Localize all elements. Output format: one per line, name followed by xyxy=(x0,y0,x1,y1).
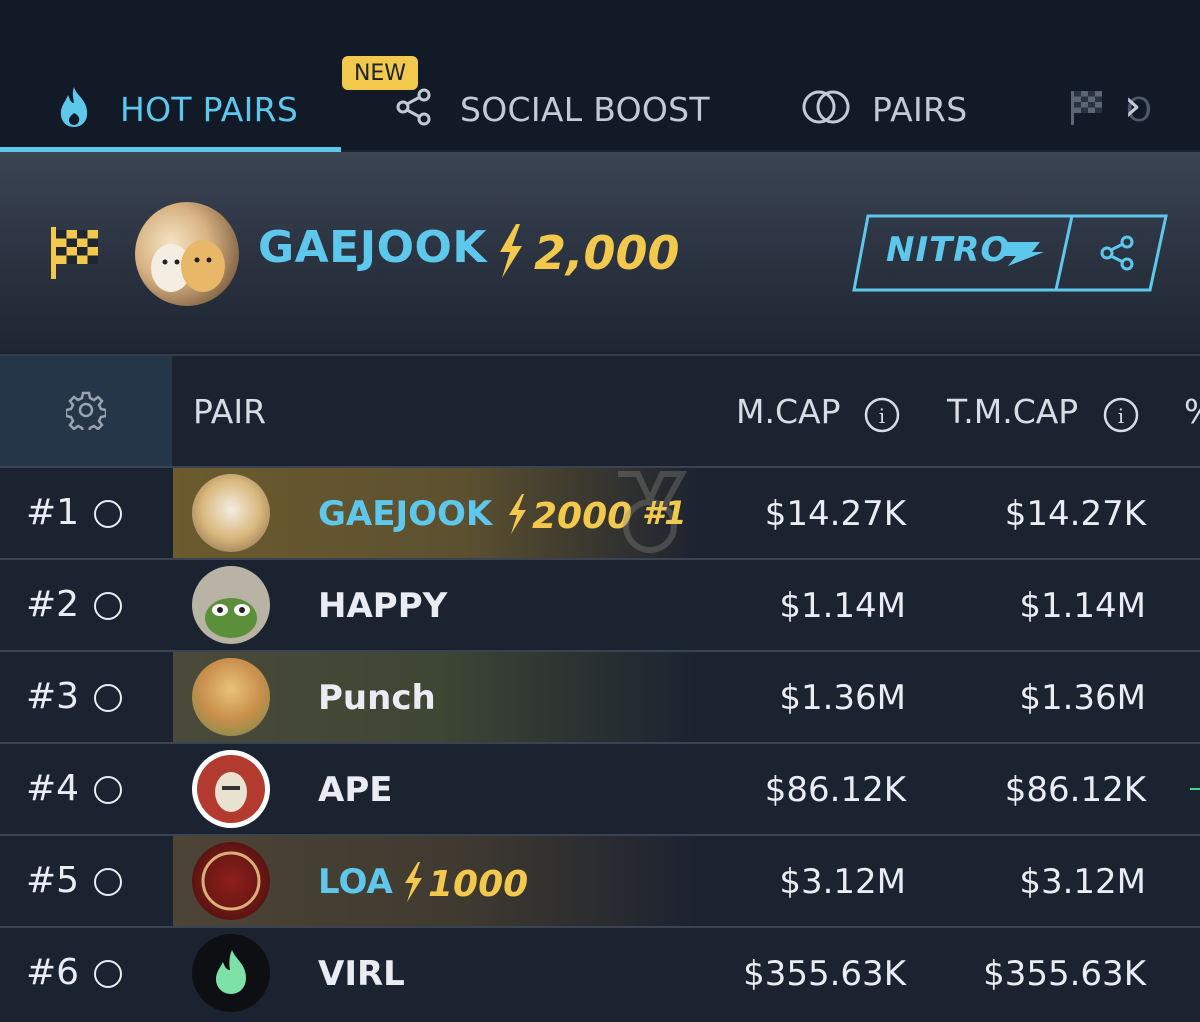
row-rank: #2 xyxy=(26,584,80,625)
pair-avatar xyxy=(192,658,270,736)
checkered-flag-icon xyxy=(48,224,102,286)
token-avatar xyxy=(135,202,239,306)
tab-hot-pairs[interactable]: HOT PAIRS xyxy=(56,84,298,134)
pair-name: LOA xyxy=(318,862,393,902)
pair-avatar xyxy=(192,934,270,1012)
pair-name: HAPPY xyxy=(318,586,448,626)
top-rank-badge: #1 xyxy=(642,494,687,532)
svg-text:i: i xyxy=(879,404,885,428)
nitro-label: NITRO xyxy=(886,230,1011,270)
pair-mcap: $1.14M xyxy=(779,586,906,626)
row-select-radio[interactable] xyxy=(94,868,122,896)
pair-tmcap: $1.36M xyxy=(1019,678,1146,718)
table-header: PAIR M.CAP i T.M.CAP i % xyxy=(0,354,1200,468)
banner-boost: 2,000 xyxy=(492,222,680,284)
column-header-tmcap[interactable]: T.M.CAP xyxy=(947,392,1078,431)
pair-mcap: $355.63K xyxy=(743,954,906,994)
pair-mcap: $86.12K xyxy=(764,770,906,810)
pair-avatar xyxy=(192,842,270,920)
lightning-bolt-icon xyxy=(400,860,426,908)
scroll-right-icon[interactable]: › xyxy=(1124,80,1142,131)
pair-boost: 1000 xyxy=(400,860,528,908)
pair-avatar xyxy=(192,566,270,644)
lightning-bolt-icon xyxy=(492,222,528,284)
row-select-radio[interactable] xyxy=(94,592,122,620)
pair-mcap: $1.36M xyxy=(779,678,906,718)
flame-icon xyxy=(56,85,92,133)
row-select-radio[interactable] xyxy=(94,960,122,988)
info-icon[interactable]: i xyxy=(1102,396,1140,438)
row-rank: #4 xyxy=(26,768,80,809)
column-header-pair[interactable]: PAIR xyxy=(193,392,266,431)
tab-social-boost[interactable]: SOCIAL BOOST xyxy=(396,84,710,134)
column-header-pct[interactable]: % xyxy=(1184,392,1200,431)
overlapping-circles-icon xyxy=(800,87,852,131)
info-icon[interactable]: i xyxy=(863,396,901,438)
svg-text:i: i xyxy=(1118,404,1124,428)
banner-share-button[interactable] xyxy=(1062,214,1168,292)
pair-mcap: $3.12M xyxy=(779,862,906,902)
row-rank: #3 xyxy=(26,676,80,717)
pair-tmcap: $14.27K xyxy=(1004,494,1146,534)
tab-bar: HOT PAIRS NEW SOCIAL BOOST PAIRS O › xyxy=(0,0,1200,152)
pct-change-indicator xyxy=(1190,788,1200,790)
lightning-bolt-icon xyxy=(504,492,530,540)
tab-pairs[interactable]: PAIRS xyxy=(800,84,967,134)
pair-avatar xyxy=(192,750,270,828)
pair-name: VIRL xyxy=(318,954,405,994)
banner-boost-amount: 2,000 xyxy=(534,226,680,280)
pair-name: APE xyxy=(318,770,393,810)
share-icon xyxy=(1100,234,1136,276)
pair-tmcap: $86.12K xyxy=(1004,770,1146,810)
pair-tmcap: $3.12M xyxy=(1019,862,1146,902)
table-row[interactable]: #5 LOA 1000 $3.12M $3.12M xyxy=(0,834,1200,926)
pair-tmcap: $1.14M xyxy=(1019,586,1146,626)
pair-mcap: $14.27K xyxy=(764,494,906,534)
row-rank: #1 xyxy=(26,492,80,533)
nitro-group: NITRO xyxy=(852,214,1168,292)
row-select-radio[interactable] xyxy=(94,500,122,528)
table-row[interactable]: #2 HAPPY $1.14M $1.14M xyxy=(0,558,1200,650)
table-row[interactable]: #4 APE $86.12K $86.12K xyxy=(0,742,1200,834)
table-row[interactable]: #3 Punch $1.36M $1.36M xyxy=(0,650,1200,742)
table-row[interactable]: #6 VIRL $355.63K $355.63K xyxy=(0,926,1200,1022)
tab-social-boost-label: SOCIAL BOOST xyxy=(460,89,710,129)
tab-hot-pairs-label: HOT PAIRS xyxy=(120,89,299,129)
nitro-button[interactable]: NITRO xyxy=(852,214,1062,292)
pair-tmcap: $355.63K xyxy=(983,954,1146,994)
share-icon xyxy=(396,87,432,131)
pair-name: Punch xyxy=(318,678,436,718)
tab-pairs-label: PAIRS xyxy=(872,89,968,129)
column-header-mcap[interactable]: M.CAP xyxy=(736,392,840,431)
row-select-radio[interactable] xyxy=(94,776,122,804)
row-select-radio[interactable] xyxy=(94,684,122,712)
top-boost-banner[interactable]: GAEJOOK 2,000 NITRO xyxy=(0,152,1200,352)
row-rank: #6 xyxy=(26,952,80,993)
checkered-flag-icon xyxy=(1068,87,1106,131)
banner-token-name: GAEJOOK xyxy=(258,222,487,273)
pair-avatar xyxy=(192,474,270,552)
pair-name: GAEJOOK xyxy=(318,494,493,534)
gear-icon xyxy=(64,390,108,435)
row-rank: #5 xyxy=(26,860,80,901)
pair-boost-amount: 1000 xyxy=(428,863,529,905)
table-row[interactable]: #1 GAEJOOK 2000 #1 $14.27K $14.27K xyxy=(0,466,1200,558)
table-settings-button[interactable] xyxy=(0,356,172,468)
